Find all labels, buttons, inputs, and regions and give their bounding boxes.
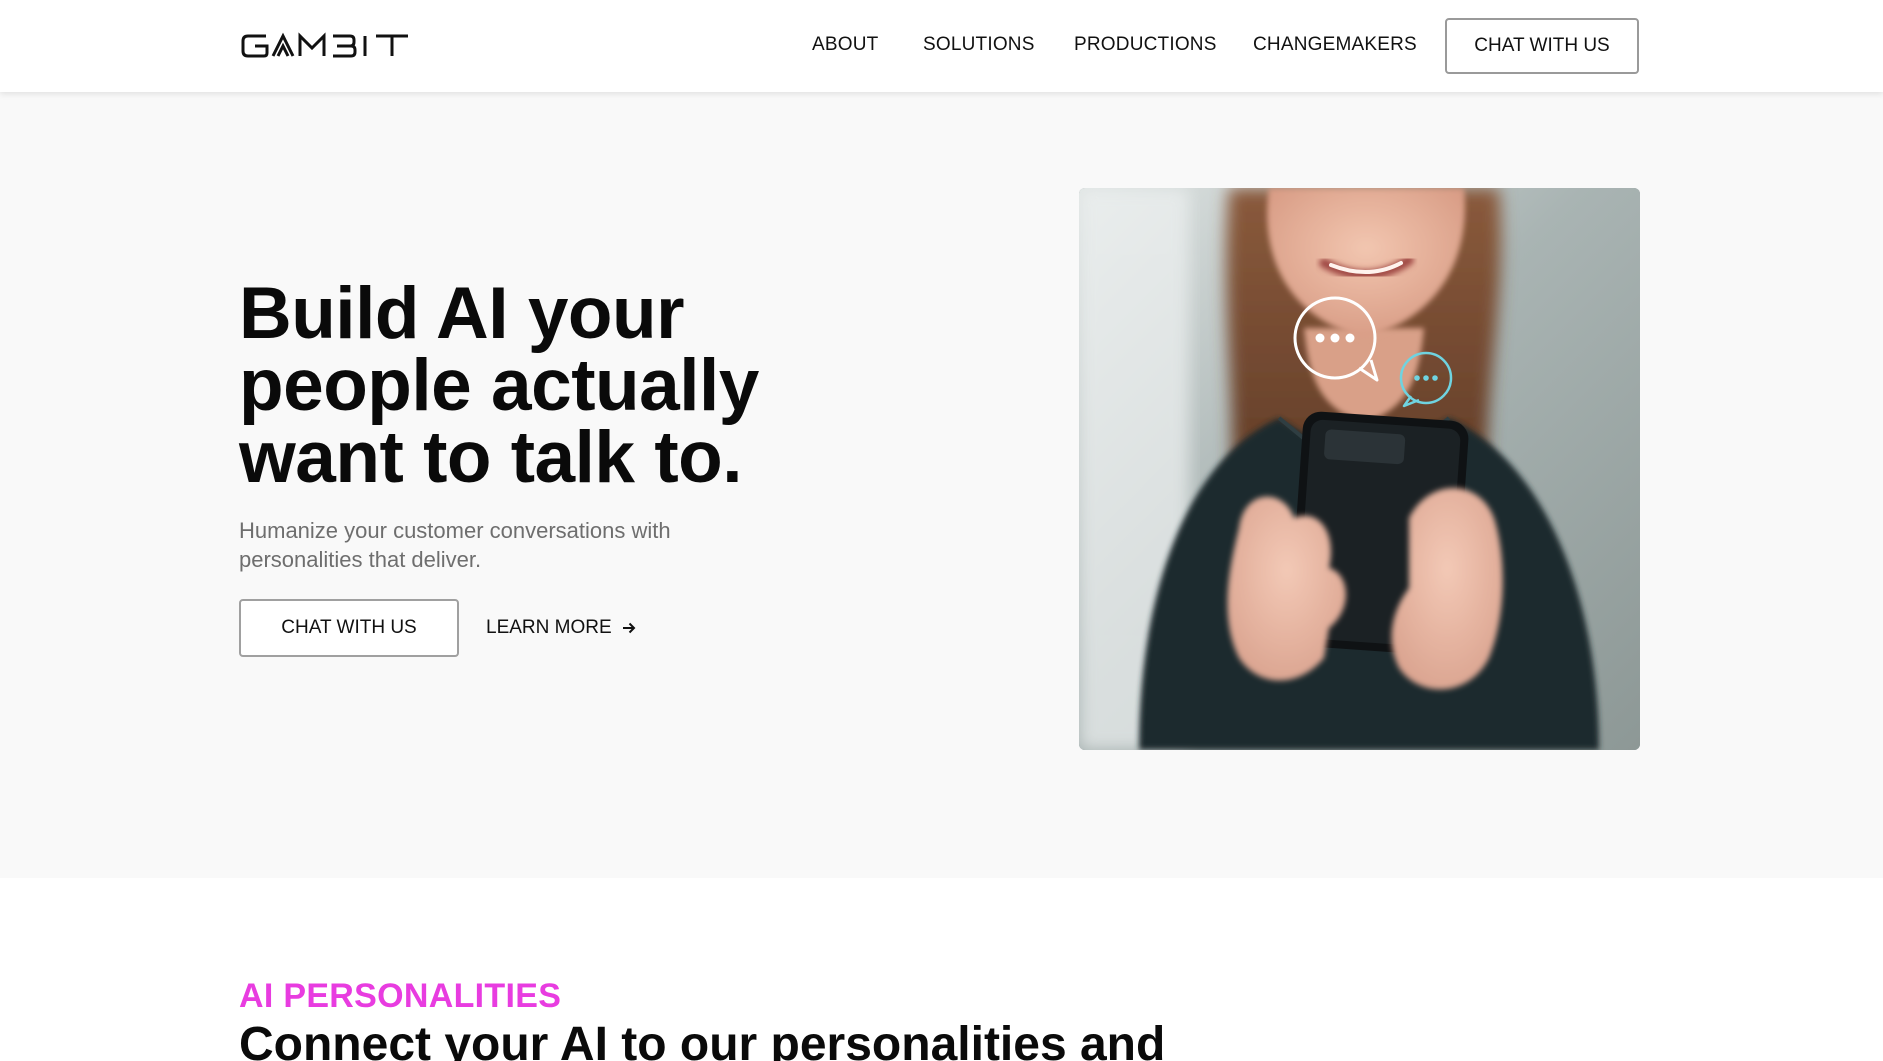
hero-title-line-3: want to talk to. [239,417,743,498]
gambit-logo[interactable] [240,30,420,62]
hero-title-line-1: Build AI your [239,273,685,354]
hero-chat-button[interactable]: CHAT WITH US [239,599,459,657]
learn-more-label: LEARN MORE [486,617,612,638]
nav-productions[interactable]: PRODUCTIONS [1074,34,1217,56]
nav-about[interactable]: ABOUT [812,34,878,56]
header-chat-button[interactable]: CHAT WITH US [1445,18,1639,74]
hero-photo [1079,188,1640,750]
site-header: ABOUT SOLUTIONS PRODUCTIONS CHANGEMAKERS… [0,0,1883,92]
hero-title-line-2: people actually [239,345,759,426]
learn-more-link[interactable]: LEARN MORE [486,617,636,639]
arrow-right-icon [622,622,636,634]
hero-title: Build AI your people actually want to ta… [239,273,799,498]
section-eyebrow: AI PERSONALITIES [239,977,562,1015]
hero-section: Build AI your people actually want to ta… [0,92,1883,878]
nav-changemakers[interactable]: CHANGEMAKERS [1253,34,1417,56]
hero-subtitle: Humanize your customer conversations wit… [239,518,671,572]
section-title: Connect your AI to our personalities and [239,1018,1166,1061]
nav-solutions[interactable]: SOLUTIONS [923,34,1035,56]
